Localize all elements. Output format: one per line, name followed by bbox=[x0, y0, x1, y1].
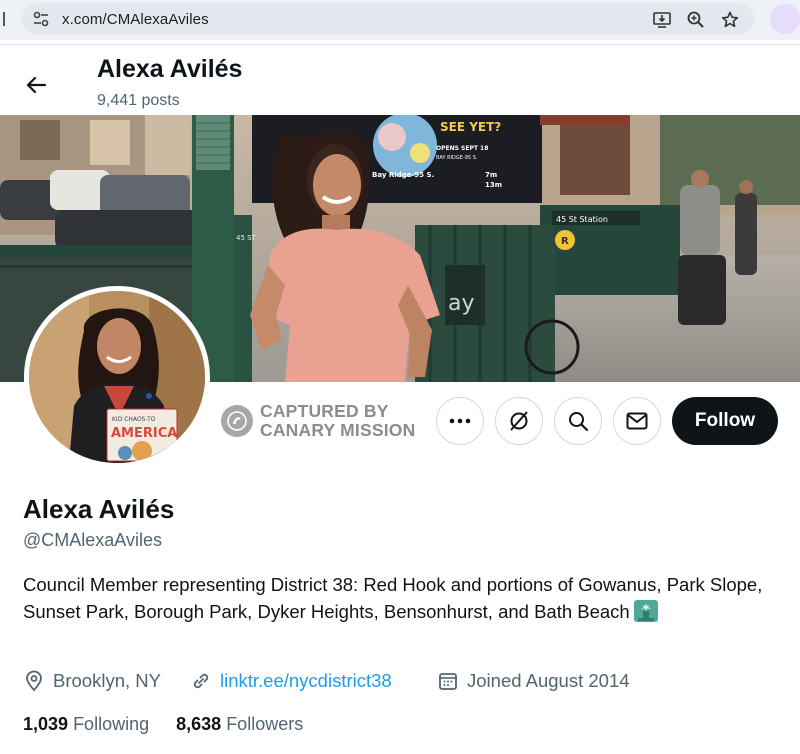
followers-stat[interactable]: 8,638 Followers bbox=[176, 714, 303, 735]
bookmark-star-icon[interactable] bbox=[720, 10, 740, 30]
tab-edge bbox=[3, 12, 5, 26]
calendar-icon bbox=[439, 673, 457, 690]
address-bar[interactable]: x.com/CMAlexaAviles bbox=[22, 3, 754, 35]
banner-sign-line1: OPENS SEPT 18 bbox=[436, 145, 488, 152]
banner-sign-time1: 7m bbox=[485, 171, 497, 179]
profile-avatar[interactable]: KID CHAOS-TO AMERICA bbox=[24, 286, 210, 468]
profile-handle: @CMAlexaAviles bbox=[23, 530, 162, 550]
followers-label: Followers bbox=[226, 714, 304, 734]
banner-pole-text: 45 ST bbox=[236, 234, 257, 242]
banner-station-letter: R bbox=[561, 236, 569, 247]
search-profile-button[interactable] bbox=[554, 397, 602, 445]
profile-bio: Council Member representing District 38:… bbox=[23, 571, 783, 625]
joined-item: Joined August 2014 bbox=[437, 670, 630, 692]
search-icon bbox=[569, 412, 589, 432]
website-item[interactable]: linktr.ee/nycdistrict38 bbox=[190, 670, 392, 692]
following-stat[interactable]: 1,039 Following bbox=[23, 714, 149, 735]
statue-of-liberty-icon bbox=[633, 600, 658, 622]
avatar-photo: KID CHAOS-TO AMERICA bbox=[29, 291, 205, 463]
banner-sign-main: SEE YET? bbox=[440, 120, 501, 134]
header-name: Alexa Avilés bbox=[97, 55, 243, 83]
url-text[interactable]: x.com/CMAlexaAviles bbox=[62, 11, 209, 28]
profile-extension-icon[interactable] bbox=[770, 4, 800, 34]
banner-sign-line2: BAY RIDGE-95 S. bbox=[436, 155, 478, 161]
browser-chrome: x.com/CMAlexaAviles bbox=[0, 0, 800, 40]
install-app-icon[interactable] bbox=[652, 10, 672, 30]
captured-line1: CAPTURED BY bbox=[260, 401, 389, 421]
message-button[interactable] bbox=[613, 397, 661, 445]
profile-name: Alexa Avilés bbox=[23, 494, 175, 524]
following-count: 1,039 bbox=[23, 714, 69, 734]
mail-icon bbox=[626, 412, 648, 430]
joined-text: Joined August 2014 bbox=[467, 670, 630, 691]
zoom-icon[interactable] bbox=[686, 10, 706, 30]
location-text: Brooklyn, NY bbox=[53, 670, 161, 691]
location-item: Brooklyn, NY bbox=[23, 670, 161, 692]
banner-sign-line3: Bay Ridge-95 S. bbox=[372, 171, 434, 179]
arrow-left-icon bbox=[26, 76, 47, 94]
follow-stats: 1,039 Following 8,638 Followers bbox=[23, 714, 303, 735]
link-icon bbox=[193, 673, 209, 689]
follow-button[interactable]: Follow bbox=[672, 397, 778, 445]
following-label: Following bbox=[73, 714, 150, 734]
avatar-book-line1: KID CHAOS-TO bbox=[112, 416, 156, 423]
grok-icon bbox=[510, 411, 528, 431]
location-pin-icon bbox=[26, 670, 42, 692]
header-post-count: 9,441 posts bbox=[97, 92, 180, 109]
more-button[interactable] bbox=[436, 397, 484, 445]
profile-meta: Brooklyn, NY linktr.ee/nycdistrict38 Joi… bbox=[23, 670, 783, 698]
more-dots-icon bbox=[449, 418, 471, 424]
followers-count: 8,638 bbox=[176, 714, 222, 734]
website-link[interactable]: linktr.ee/nycdistrict38 bbox=[220, 670, 392, 692]
avatar-book-line2: AMERICA bbox=[111, 426, 177, 441]
captured-line2: CANARY MISSION bbox=[260, 420, 416, 440]
canary-mission-logo-icon bbox=[221, 405, 253, 437]
banner-sign-time2: 13m bbox=[485, 181, 502, 189]
banner-station-sign: 45 St Station bbox=[556, 215, 608, 224]
site-settings-icon[interactable] bbox=[32, 10, 50, 28]
grok-button[interactable] bbox=[495, 397, 543, 445]
back-button[interactable] bbox=[18, 67, 54, 103]
profile-header: Alexa Avilés 9,441 posts bbox=[0, 44, 800, 116]
banner-side-text: ay bbox=[448, 291, 475, 316]
captured-by-badge: CAPTURED BY CANARY MISSION bbox=[221, 402, 415, 442]
